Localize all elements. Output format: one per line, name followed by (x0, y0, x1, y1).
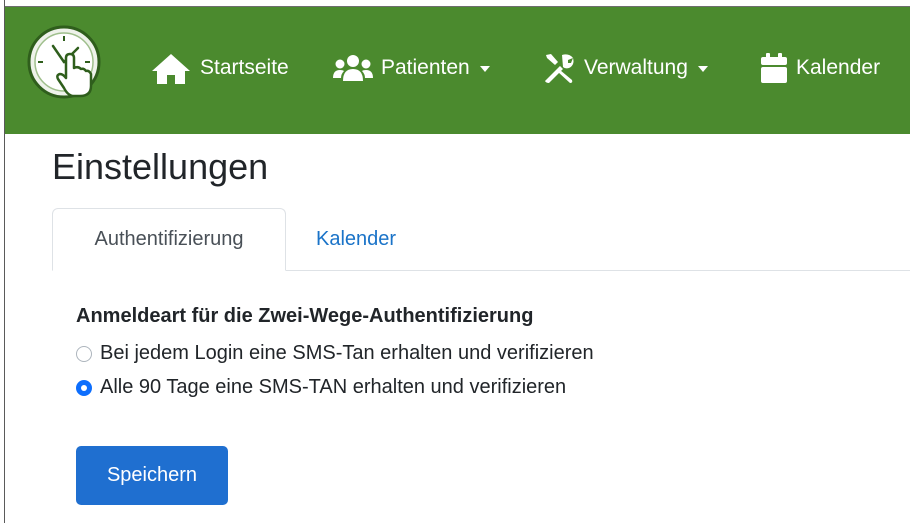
tab-label: Authentifizierung (94, 228, 244, 250)
nav-item-verwaltung[interactable]: Verwaltung (542, 48, 708, 88)
tab-authentifizierung[interactable]: Authentifizierung (52, 208, 286, 271)
tab-kalender[interactable]: Kalender (316, 208, 396, 270)
navbar-top-border (5, 6, 910, 7)
page-title: Einstellungen (52, 146, 269, 187)
tab-label: Kalender (316, 227, 397, 250)
radio-button-unchecked[interactable] (76, 345, 92, 362)
save-button[interactable]: Speichern (76, 446, 228, 505)
clock-hand-logo[interactable] (26, 24, 106, 104)
nav-item-patienten[interactable]: Patienten (333, 48, 490, 88)
calendar-icon (760, 52, 788, 84)
nav-item-kalender[interactable]: Kalender (760, 48, 880, 88)
home-icon (150, 51, 192, 85)
nav-item-label: Kalender (796, 56, 881, 79)
radio-label: Alle 90 Tage eine SMS-TAN erhalten und v… (100, 376, 567, 398)
caret-down-icon (697, 66, 708, 72)
radio-option-every-90-days[interactable]: Alle 90 Tage eine SMS-TAN erhalten und v… (76, 376, 566, 399)
nav-item-label: Patienten (381, 56, 470, 79)
nav-item-startseite[interactable]: Startseite (150, 48, 289, 88)
caret-down-icon (479, 66, 490, 72)
radio-label: Bei jedem Login eine SMS-Tan erhalten un… (100, 342, 594, 364)
auth-method-heading: Anmeldeart für die Zwei-Wege-Authentifiz… (76, 305, 534, 327)
radio-option-every-login[interactable]: Bei jedem Login eine SMS-Tan erhalten un… (76, 342, 594, 365)
clock-hand-logo-graphic (27, 25, 101, 99)
radio-button-checked[interactable] (76, 379, 92, 396)
nav-item-label: Startseite (200, 56, 289, 79)
nav-item-label: Verwaltung (584, 56, 688, 79)
tools-icon (542, 51, 576, 85)
users-icon (333, 54, 373, 82)
